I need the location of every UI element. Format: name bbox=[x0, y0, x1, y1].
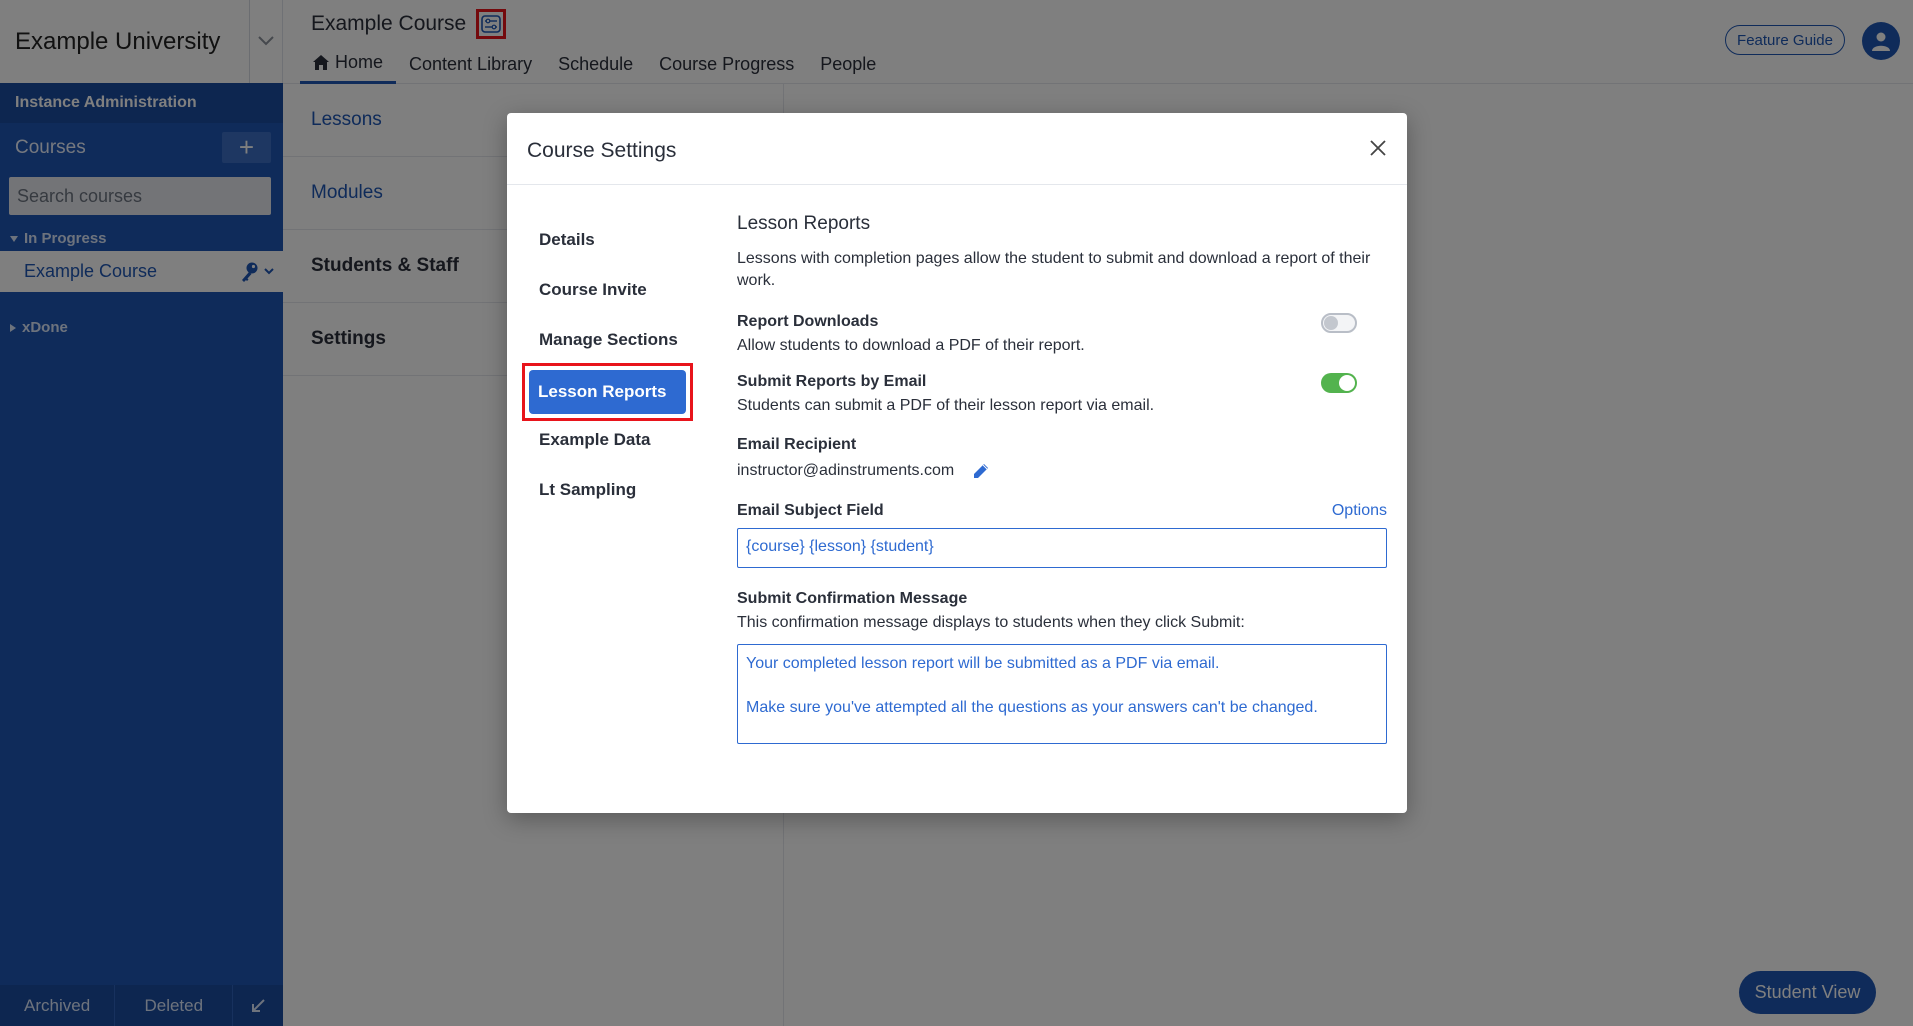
setting-help: Students can submit a PDF of their lesso… bbox=[737, 397, 1155, 414]
settings-nav-details[interactable]: Details bbox=[527, 215, 697, 265]
submit-email-toggle[interactable] bbox=[1321, 373, 1357, 393]
email-subject-setting: Email Subject Field Options {course} {le… bbox=[737, 502, 1387, 568]
email-subject-input[interactable]: {course} {lesson} {student} bbox=[737, 528, 1387, 568]
setting-label: Submit Confirmation Message bbox=[737, 590, 968, 607]
submit-email-setting: Submit Reports by Email Students can sub… bbox=[737, 373, 1387, 415]
options-link[interactable]: Options bbox=[1332, 502, 1387, 520]
report-downloads-toggle[interactable] bbox=[1321, 313, 1357, 333]
email-subject-header: Email Subject Field Options bbox=[737, 502, 1387, 520]
toggle-knob bbox=[1324, 316, 1338, 330]
message-line: Make sure you've attempted all the quest… bbox=[746, 699, 1318, 716]
modal-title: Course Settings bbox=[527, 139, 677, 162]
settings-nav-label: Lesson Reports bbox=[529, 370, 686, 414]
setting-help: Allow students to download a PDF of thei… bbox=[737, 337, 1085, 354]
section-title: Lesson Reports bbox=[737, 213, 871, 234]
setting-help: This confirmation message displays to st… bbox=[737, 614, 1245, 631]
message-line: Your completed lesson report will be sub… bbox=[746, 655, 1220, 672]
setting-label: Report Downloads bbox=[737, 313, 879, 330]
lesson-reports-panel: Lesson Reports Lessons with completion p… bbox=[737, 213, 1387, 744]
close-icon bbox=[1370, 140, 1386, 156]
setting-label: Email Subject Field bbox=[737, 502, 884, 519]
modal-header: Course Settings bbox=[507, 113, 1407, 185]
email-recipient-row: instructor@adinstruments.com bbox=[737, 462, 1387, 480]
settings-nav: Details Course Invite Manage Sections Le… bbox=[522, 215, 697, 515]
settings-nav-lesson-reports[interactable]: Lesson Reports bbox=[522, 363, 697, 421]
toggle-knob bbox=[1339, 375, 1355, 391]
settings-nav-example-data[interactable]: Example Data bbox=[527, 415, 697, 465]
highlight-box: Lesson Reports bbox=[522, 363, 693, 421]
email-recipient-value: instructor@adinstruments.com bbox=[737, 462, 955, 479]
setting-label: Email Recipient bbox=[737, 436, 857, 453]
email-recipient-setting: Email Recipient instructor@adinstruments… bbox=[737, 436, 1387, 480]
setting-label: Submit Reports by Email bbox=[737, 373, 927, 390]
settings-nav-course-invite[interactable]: Course Invite bbox=[527, 265, 697, 315]
report-downloads-setting: Report Downloads Allow students to downl… bbox=[737, 313, 1387, 355]
confirmation-message-textarea[interactable]: Your completed lesson report will be sub… bbox=[737, 644, 1387, 744]
section-description: Lessons with completion pages allow the … bbox=[737, 250, 1371, 289]
course-settings-modal: Course Settings Details Course Invite Ma… bbox=[507, 113, 1407, 813]
confirmation-message-setting: Submit Confirmation Message This confirm… bbox=[737, 590, 1387, 744]
settings-nav-lt-sampling[interactable]: Lt Sampling bbox=[527, 465, 697, 515]
edit-pencil-icon[interactable] bbox=[972, 462, 990, 480]
close-button[interactable] bbox=[1363, 133, 1393, 163]
settings-nav-manage-sections[interactable]: Manage Sections bbox=[527, 315, 697, 365]
